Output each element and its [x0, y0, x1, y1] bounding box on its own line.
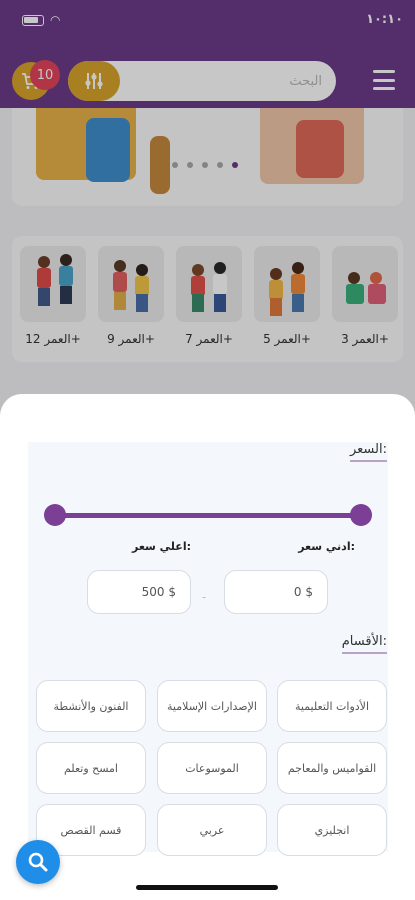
filter-bottom-sheet: السعر: ادني سعر: اعلي سعر: - الأقسام: ال…	[0, 394, 415, 900]
price-slider-min-thumb[interactable]	[44, 504, 66, 526]
category-arts-activities[interactable]: الفنون والأنشطة	[36, 680, 146, 732]
min-price-label: ادني سعر:	[298, 540, 355, 553]
price-section-title: السعر:	[349, 442, 387, 462]
category-scan-learn[interactable]: امسح وتعلم	[36, 742, 146, 794]
categories-section-title: الأقسام:	[341, 634, 387, 654]
category-arabic[interactable]: عربي	[157, 804, 267, 856]
category-encyclopedias[interactable]: الموسوعات	[157, 742, 267, 794]
price-slider-max-thumb[interactable]	[350, 504, 372, 526]
category-dictionaries[interactable]: القواميس والمعاجم	[277, 742, 387, 794]
category-educational-tools[interactable]: الأدوات التعليمية	[277, 680, 387, 732]
max-price-label: اعلي سعر:	[131, 540, 191, 553]
category-english[interactable]: انجليزي	[277, 804, 387, 856]
home-indicator	[136, 885, 278, 890]
price-separator: -	[202, 590, 207, 604]
max-price-input[interactable]	[87, 570, 191, 614]
search-icon	[28, 852, 48, 872]
search-fab-button[interactable]	[16, 840, 60, 884]
min-price-input[interactable]	[224, 570, 328, 614]
price-range-slider[interactable]	[54, 513, 362, 518]
category-islamic-publications[interactable]: الإصدارات الإسلامية	[157, 680, 267, 732]
